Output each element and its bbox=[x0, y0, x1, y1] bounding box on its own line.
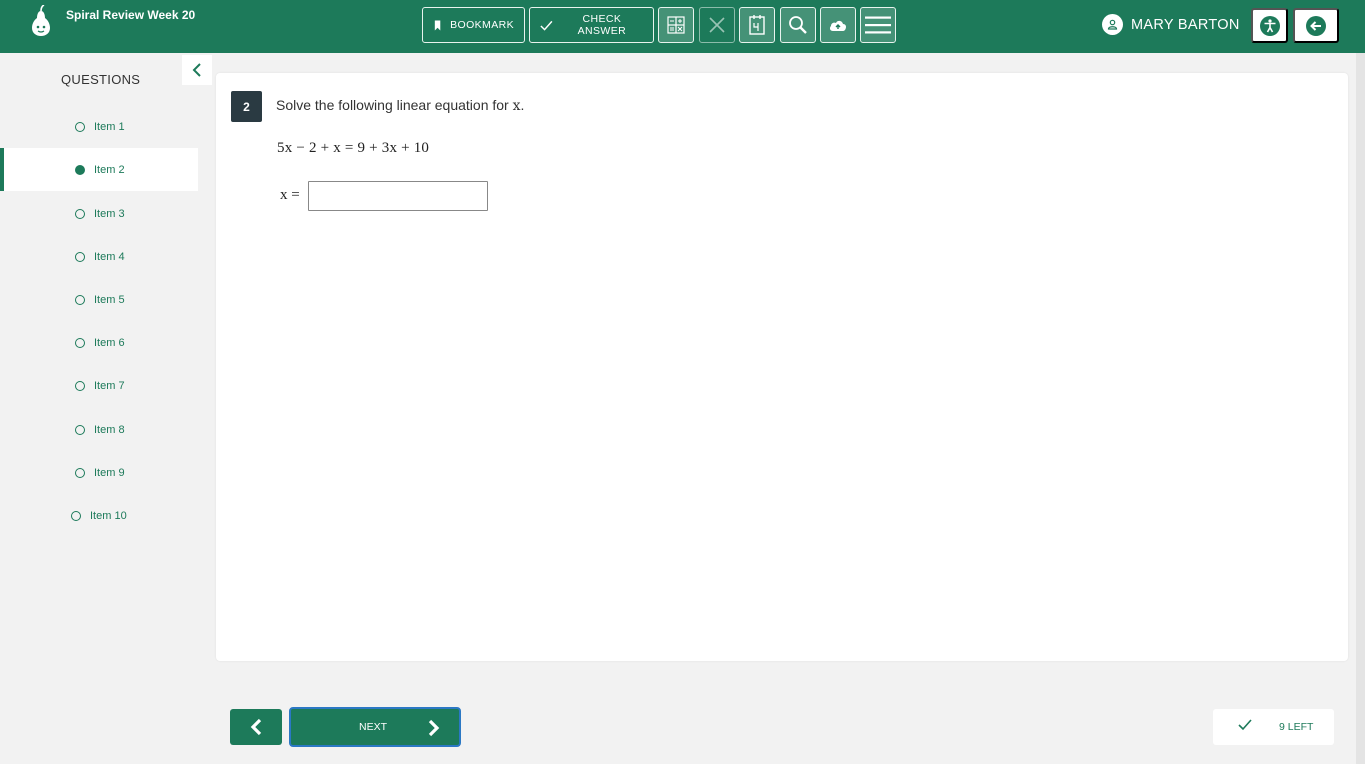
next-label: NEXT bbox=[359, 721, 388, 733]
close-icon bbox=[709, 17, 725, 33]
sidebar-item[interactable]: Item 4 bbox=[0, 235, 198, 278]
menu-button[interactable] bbox=[860, 7, 896, 43]
next-button[interactable]: NEXT bbox=[289, 707, 461, 747]
sidebar-item[interactable]: Item 2 bbox=[0, 148, 198, 191]
calculator-button[interactable] bbox=[658, 7, 694, 43]
exit-button[interactable] bbox=[1293, 8, 1339, 43]
previous-button[interactable] bbox=[230, 709, 282, 745]
equation: 5x − 2 + x = 9 + 3x + 10 bbox=[277, 140, 430, 156]
sidebar-item-label: Item 6 bbox=[94, 336, 125, 349]
scrollbar-track[interactable] bbox=[1356, 53, 1365, 764]
question-number-badge: 2 bbox=[231, 91, 262, 122]
bookmark-label: BOOKMARK bbox=[450, 19, 514, 31]
sidebar-item-label: Item 4 bbox=[94, 250, 125, 263]
bookmark-icon bbox=[434, 19, 441, 31]
user-name: MARY BARTON bbox=[1131, 16, 1240, 33]
pear-logo-icon bbox=[32, 5, 50, 36]
bookmark-button[interactable]: BOOKMARK bbox=[422, 7, 525, 43]
answer-label: x = bbox=[280, 187, 300, 203]
sidebar-item-label: Item 10 bbox=[90, 509, 127, 522]
sidebar-item[interactable]: Item 10 bbox=[0, 494, 198, 537]
status-circle-icon bbox=[75, 337, 85, 348]
sidebar-item[interactable]: Item 8 bbox=[0, 408, 198, 451]
status-circle-icon bbox=[75, 467, 85, 478]
check-answer-button[interactable]: CHECK ANSWER bbox=[529, 7, 654, 43]
collapse-sidebar-button[interactable] bbox=[182, 55, 212, 85]
accessibility-icon bbox=[1259, 15, 1280, 36]
sidebar-item-label: Item 8 bbox=[94, 423, 125, 436]
cloud-upload-icon bbox=[829, 20, 847, 31]
chevron-left-icon bbox=[250, 718, 262, 736]
user-menu[interactable]: MARY BARTON bbox=[1102, 14, 1240, 35]
reference-sheet-icon bbox=[749, 15, 765, 35]
status-circle-icon bbox=[75, 424, 85, 435]
questions-sidebar: QUESTIONS Item 1 Item 2 Item 3 Item 4 Item 5… bbox=[0, 53, 212, 764]
status-circle-icon bbox=[71, 510, 81, 521]
search-button[interactable] bbox=[780, 7, 816, 43]
sidebar-item[interactable]: Item 3 bbox=[0, 192, 198, 235]
magnifier-icon bbox=[789, 16, 807, 34]
sidebar-item-label: Item 5 bbox=[94, 293, 125, 306]
sidebar-item[interactable]: Item 1 bbox=[0, 105, 198, 148]
status-circle-icon bbox=[75, 121, 85, 132]
status-circle-icon bbox=[75, 380, 85, 391]
sidebar-item-label: Item 3 bbox=[94, 207, 125, 220]
sidebar-item-label: Item 7 bbox=[94, 379, 125, 392]
status-circle-icon bbox=[75, 208, 85, 219]
top-bar: Spiral Review Week 20 BOOKMARK CHECK ANS… bbox=[0, 0, 1365, 53]
calculator-icon bbox=[667, 16, 685, 34]
items-remaining-counter[interactable]: 9 LEFT bbox=[1213, 709, 1334, 745]
sidebar-item-label: Item 9 bbox=[94, 466, 125, 479]
accessibility-button[interactable] bbox=[1251, 8, 1288, 43]
question-card: 2 Solve the following linear equation fo… bbox=[216, 73, 1348, 661]
chevron-left-icon bbox=[192, 63, 201, 77]
quiz-title: Spiral Review Week 20 bbox=[66, 8, 196, 22]
check-icon bbox=[540, 20, 553, 31]
prompt-variable: x bbox=[512, 98, 521, 114]
sidebar-item-label: Item 1 bbox=[94, 120, 125, 133]
prompt-end: . bbox=[520, 97, 525, 113]
prompt-text: Solve the following linear equation for bbox=[276, 97, 513, 113]
sidebar-heading: QUESTIONS bbox=[61, 72, 141, 87]
menu-icon bbox=[865, 16, 891, 34]
upload-button[interactable] bbox=[820, 7, 856, 43]
sidebar-item-label: Item 2 bbox=[94, 163, 125, 176]
status-circle-icon bbox=[75, 251, 85, 262]
question-prompt: Solve the following linear equation for … bbox=[276, 97, 524, 114]
sidebar-item[interactable]: Item 9 bbox=[0, 451, 198, 494]
chevron-right-icon bbox=[428, 719, 440, 737]
back-arrow-icon bbox=[1306, 15, 1326, 36]
sidebar-item[interactable]: Item 5 bbox=[0, 278, 198, 321]
sidebar-item[interactable]: Item 7 bbox=[0, 364, 198, 407]
status-circle-icon bbox=[75, 294, 85, 305]
status-circle-icon bbox=[75, 164, 85, 175]
check-icon bbox=[1238, 719, 1252, 731]
items-remaining-label: 9 LEFT bbox=[1279, 721, 1314, 733]
user-icon bbox=[1102, 14, 1123, 35]
check-answer-label: CHECK ANSWER bbox=[577, 13, 627, 37]
reference-sheet-button[interactable] bbox=[739, 7, 775, 43]
sidebar-item[interactable]: Item 6 bbox=[0, 321, 198, 364]
close-tool-button[interactable] bbox=[699, 7, 735, 43]
answer-input[interactable] bbox=[308, 181, 488, 211]
